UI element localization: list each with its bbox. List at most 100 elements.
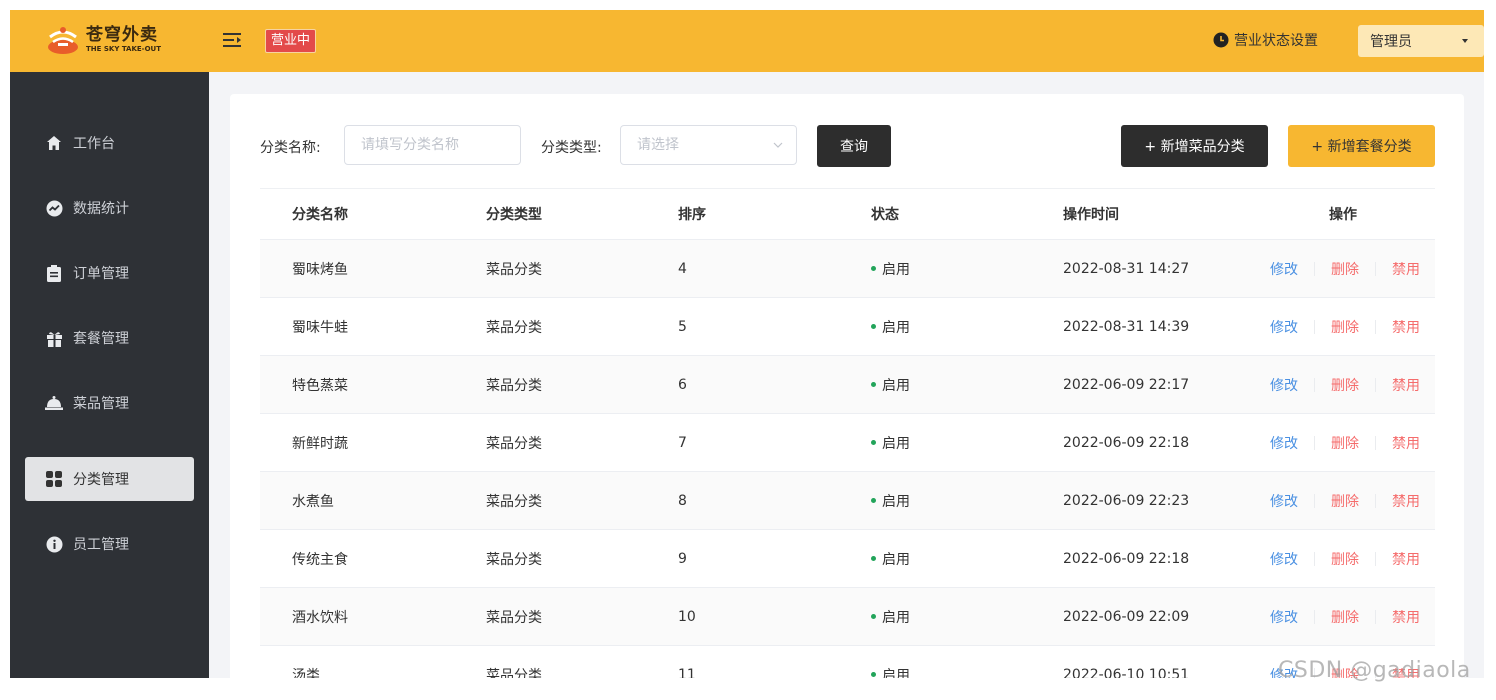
cell-actions: 修改 删除 禁用 xyxy=(1270,356,1435,413)
status-dot-icon xyxy=(871,382,876,387)
search-button[interactable]: 查询 xyxy=(817,125,891,167)
status-dot-icon xyxy=(871,614,876,619)
add-dish-category-button[interactable]: + 新增菜品分类 xyxy=(1121,125,1268,167)
status-dot-icon xyxy=(871,324,876,329)
edit-button[interactable]: 修改 xyxy=(1270,433,1298,453)
cell-sort: 5 xyxy=(678,318,687,335)
sidebar-item-label: 分类管理 xyxy=(73,472,129,488)
add-combo-category-button[interactable]: + 新增套餐分类 xyxy=(1288,125,1435,167)
edit-button[interactable]: 修改 xyxy=(1270,491,1298,511)
disable-button[interactable]: 禁用 xyxy=(1392,375,1420,395)
gift-icon xyxy=(45,329,63,347)
action-divider xyxy=(1314,493,1315,508)
header-category-name: 分类名称 xyxy=(292,207,348,223)
delete-button[interactable]: 删除 xyxy=(1331,375,1359,395)
sidebar-item-label: 订单管理 xyxy=(73,266,129,282)
header-status: 状态 xyxy=(871,207,899,223)
status-dot-icon xyxy=(871,556,876,561)
cell-operation-time: 2022-06-09 22:18 xyxy=(1063,550,1190,567)
cell-category-name: 汤类 xyxy=(292,667,320,679)
action-divider xyxy=(1314,435,1315,450)
sidebar-item-dashboard[interactable]: 工作台 xyxy=(25,121,194,165)
disable-button[interactable]: 禁用 xyxy=(1392,433,1420,453)
cell-operation-time: 2022-06-09 22:09 xyxy=(1063,608,1190,625)
edit-button[interactable]: 修改 xyxy=(1270,549,1298,569)
edit-button[interactable]: 修改 xyxy=(1270,317,1298,337)
action-divider xyxy=(1314,551,1315,566)
disable-button[interactable]: 禁用 xyxy=(1392,607,1420,627)
sidebar-item-employees[interactable]: 员工管理 xyxy=(25,522,194,566)
edit-button[interactable]: 修改 xyxy=(1270,259,1298,279)
table-row: 蜀味烤鱼 菜品分类 4 启用 2022-08-31 14:27 修改 删除 禁用 xyxy=(260,240,1435,298)
status-dot-icon xyxy=(871,672,876,677)
table-row: 特色蒸菜 菜品分类 6 启用 2022-06-09 22:17 修改 删除 禁用 xyxy=(260,356,1435,414)
sidebar-item-categories[interactable]: 分类管理 xyxy=(25,457,194,501)
cell-category-name: 水煮鱼 xyxy=(292,493,334,510)
cell-actions: 修改 删除 禁用 xyxy=(1270,472,1435,529)
cell-category-name: 传统主食 xyxy=(292,551,348,568)
status-text: 启用 xyxy=(882,493,910,510)
cell-status: 启用 xyxy=(871,414,910,471)
business-status-setting-label: 营业状态设置 xyxy=(1234,33,1318,49)
cell-status: 启用 xyxy=(871,240,910,297)
disable-button[interactable]: 禁用 xyxy=(1392,549,1420,569)
sidebar-item-combos[interactable]: 套餐管理 xyxy=(25,316,194,360)
sidebar-item-dishes[interactable]: 菜品管理 xyxy=(25,381,194,425)
user-name: 管理员 xyxy=(1370,34,1412,50)
disable-button[interactable]: 禁用 xyxy=(1392,259,1420,279)
cell-status: 启用 xyxy=(871,298,910,355)
cell-category-type: 菜品分类 xyxy=(486,435,542,452)
cell-status: 启用 xyxy=(871,356,910,413)
top-header: 苍穹外卖 THE SKY TAKE-OUT 营业中 营业状态设置 管理员 xyxy=(10,10,1484,72)
sidebar-item-label: 工作台 xyxy=(73,136,115,152)
action-divider xyxy=(1375,609,1376,624)
cell-operation-time: 2022-06-10 10:51 xyxy=(1063,666,1190,679)
logo-title: 苍穹外卖 xyxy=(86,25,158,45)
cell-category-type: 菜品分类 xyxy=(486,667,542,679)
cell-actions: 修改 删除 禁用 xyxy=(1270,298,1435,355)
category-name-input[interactable] xyxy=(344,125,521,165)
disable-button[interactable]: 禁用 xyxy=(1392,491,1420,511)
table-header-row: 分类名称 分类类型 排序 状态 操作时间 操作 xyxy=(260,189,1435,240)
status-text: 启用 xyxy=(882,551,910,568)
sidebar-item-label: 数据统计 xyxy=(73,201,129,217)
cell-sort: 6 xyxy=(678,376,687,393)
status-text: 启用 xyxy=(882,667,910,679)
cell-category-type: 菜品分类 xyxy=(486,609,542,626)
category-type-placeholder: 请选择 xyxy=(637,137,679,153)
info-icon xyxy=(45,535,63,553)
category-type-select[interactable]: 请选择 xyxy=(620,125,797,165)
disable-button[interactable]: 禁用 xyxy=(1392,317,1420,337)
business-status-setting-button[interactable]: 营业状态设置 xyxy=(1213,30,1318,50)
header-actions: 操作 xyxy=(1329,207,1357,223)
cell-category-name: 蜀味烤鱼 xyxy=(292,261,348,278)
table-row: 新鲜时蔬 菜品分类 7 启用 2022-06-09 22:18 修改 删除 禁用 xyxy=(260,414,1435,472)
table-row: 蜀味牛蛙 菜品分类 5 启用 2022-08-31 14:39 修改 删除 禁用 xyxy=(260,298,1435,356)
status-text: 启用 xyxy=(882,609,910,626)
cell-sort: 4 xyxy=(678,260,687,277)
delete-button[interactable]: 删除 xyxy=(1331,317,1359,337)
delete-button[interactable]: 删除 xyxy=(1331,607,1359,627)
grid-icon xyxy=(45,470,63,488)
watermark: CSDN @gadiaola xyxy=(1278,658,1471,683)
chevron-down-icon xyxy=(773,142,783,148)
menu-collapse-icon[interactable] xyxy=(223,32,241,48)
delete-button[interactable]: 删除 xyxy=(1331,259,1359,279)
delete-button[interactable]: 删除 xyxy=(1331,491,1359,511)
user-dropdown[interactable]: 管理员 xyxy=(1358,25,1484,57)
delete-button[interactable]: 删除 xyxy=(1331,549,1359,569)
logo[interactable]: 苍穹外卖 THE SKY TAKE-OUT xyxy=(46,23,161,57)
dish-icon xyxy=(45,394,63,412)
sidebar-item-orders[interactable]: 订单管理 xyxy=(25,251,194,295)
delete-button[interactable]: 删除 xyxy=(1331,433,1359,453)
sidebar-item-statistics[interactable]: 数据统计 xyxy=(25,186,194,230)
status-dot-icon xyxy=(871,498,876,503)
cell-operation-time: 2022-06-09 22:17 xyxy=(1063,376,1190,393)
action-divider xyxy=(1375,319,1376,334)
table-row: 酒水饮料 菜品分类 10 启用 2022-06-09 22:09 修改 删除 禁用 xyxy=(260,588,1435,646)
edit-button[interactable]: 修改 xyxy=(1270,375,1298,395)
edit-button[interactable]: 修改 xyxy=(1270,607,1298,627)
content-card: 分类名称: 分类类型: 请选择 查询 + 新增菜品分类 + 新增套餐分类 分类名… xyxy=(230,94,1464,678)
cell-status: 启用 xyxy=(871,530,910,587)
chart-icon xyxy=(45,199,63,217)
